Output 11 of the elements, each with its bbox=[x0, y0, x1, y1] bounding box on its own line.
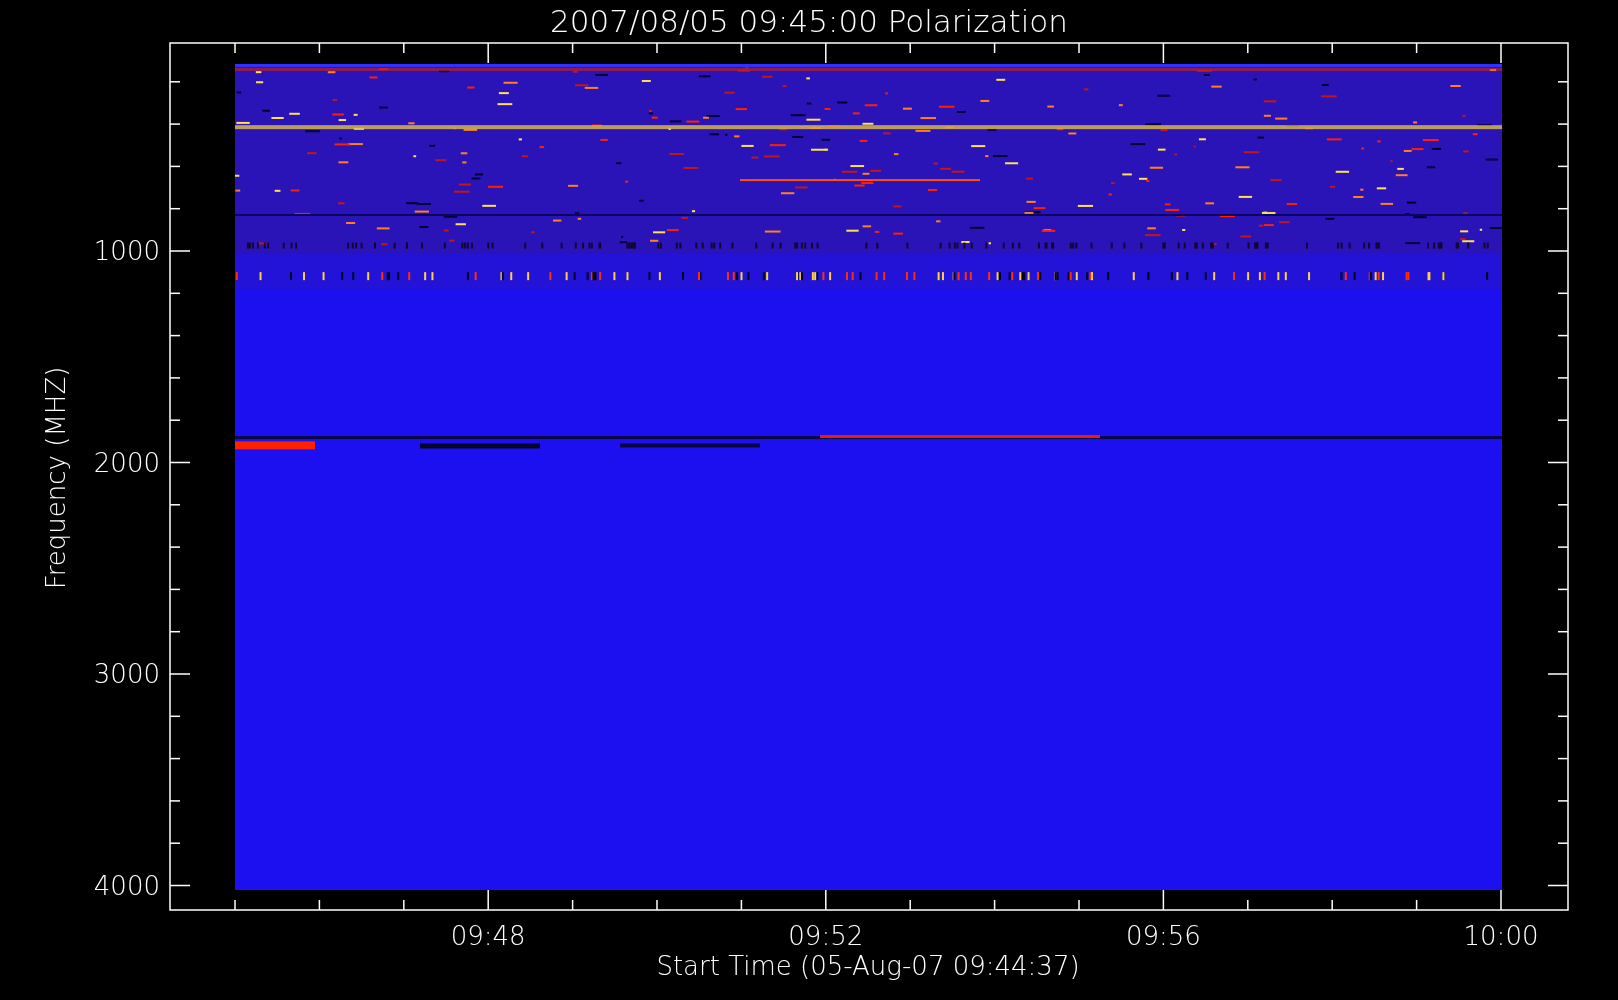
x-tick-label: 10:00 bbox=[1463, 921, 1539, 951]
y-tick-label: 4000 bbox=[93, 870, 160, 901]
y-tick-label: 3000 bbox=[93, 659, 160, 689]
y-tick-label: 2000 bbox=[93, 447, 160, 478]
chart-title: 2007/08/05 09:45:00 Polarization bbox=[550, 3, 1068, 39]
x-axis-label: Start Time (05-Aug-07 09:44:37) bbox=[656, 951, 1080, 981]
y-axis-label: Frequency (MHZ) bbox=[41, 366, 71, 590]
x-tick-label: 09:52 bbox=[788, 921, 864, 951]
x-tick-label: 09:56 bbox=[1125, 921, 1201, 951]
y-tick-label: 1000 bbox=[93, 236, 160, 266]
x-tick-label: 09:48 bbox=[450, 921, 526, 951]
